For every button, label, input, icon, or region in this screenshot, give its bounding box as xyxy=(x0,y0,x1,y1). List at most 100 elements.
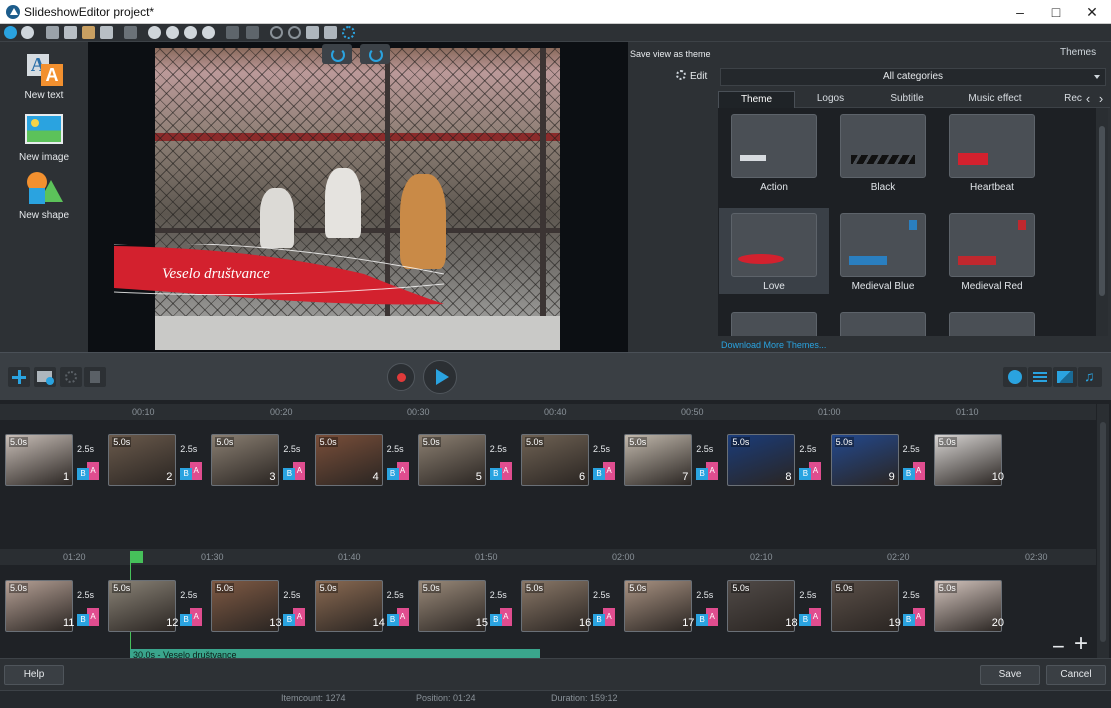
transition-icon[interactable]: AB xyxy=(283,456,306,480)
zoom-in-icon[interactable] xyxy=(148,26,161,39)
transition-icon[interactable]: AB xyxy=(489,456,512,480)
clip-number: 12 xyxy=(166,617,179,629)
paste-icon[interactable] xyxy=(82,26,95,39)
redo-icon[interactable] xyxy=(21,26,34,39)
transition-icon[interactable]: AB xyxy=(180,602,203,626)
transition-icon[interactable]: AB xyxy=(902,456,925,480)
category-dropdown[interactable]: All categories xyxy=(720,68,1106,86)
transition-duration: 2.5s xyxy=(77,444,95,454)
transition-icon[interactable]: AB xyxy=(180,456,203,480)
rotate-left-button[interactable] xyxy=(322,44,352,64)
playhead-handle[interactable] xyxy=(130,551,143,563)
scrollbar-thumb[interactable] xyxy=(1099,126,1105,296)
trash-icon[interactable] xyxy=(84,367,106,387)
zoom-in-timeline-icon[interactable]: + xyxy=(1074,632,1088,656)
timeline-view-icon[interactable] xyxy=(1028,367,1052,387)
settings-gear-icon[interactable] xyxy=(342,26,355,39)
transition-icon[interactable]: AB xyxy=(799,456,822,480)
transition-icon[interactable]: AB xyxy=(799,602,822,626)
close-button[interactable]: ✕ xyxy=(1069,0,1111,24)
transition-icon[interactable]: AB xyxy=(386,456,409,480)
transition-duration: 2.5s xyxy=(180,444,198,454)
tab-rec[interactable]: Rec xyxy=(1062,91,1084,108)
tabs-prev-icon[interactable]: ‹ xyxy=(1082,91,1094,108)
clip-duration: 5.0s xyxy=(937,437,957,447)
cancel-button[interactable]: Cancel xyxy=(1046,665,1106,685)
download-more-themes-link[interactable]: Download More Themes... xyxy=(721,340,826,350)
timeline-scrollbar[interactable] xyxy=(1097,404,1109,658)
transition-icon[interactable]: AB xyxy=(593,456,615,480)
undo-icon[interactable] xyxy=(4,26,17,39)
info-view-icon[interactable] xyxy=(1003,367,1027,387)
zoom-out-timeline-icon[interactable]: − xyxy=(1052,636,1065,658)
move-icon[interactable] xyxy=(306,26,319,39)
align-icon[interactable] xyxy=(324,26,337,39)
add-button[interactable] xyxy=(8,367,30,387)
clip-number: 19 xyxy=(888,617,901,629)
crop-icon[interactable] xyxy=(226,26,239,39)
clip-duration: 5.0s xyxy=(525,583,545,593)
theme-item-heartbeat[interactable]: Heartbeat xyxy=(937,109,1047,195)
save-view-as-theme-button[interactable]: Save view as theme xyxy=(630,49,711,59)
theme-item-black[interactable]: Black xyxy=(828,109,938,195)
tab-logos[interactable]: Logos xyxy=(798,91,863,108)
transition-icon[interactable]: AB xyxy=(902,602,925,626)
theme-item[interactable] xyxy=(828,307,938,336)
fit-icon[interactable] xyxy=(246,26,259,39)
caption-text[interactable]: Veselo društvance xyxy=(162,266,270,283)
rotate-right-icon[interactable] xyxy=(288,26,301,39)
ruler-tick-label: 00:50 xyxy=(681,407,704,417)
tabs-next-icon[interactable]: › xyxy=(1095,91,1107,108)
new-shape-tool[interactable]: New shape xyxy=(0,172,88,221)
settings-icon[interactable] xyxy=(60,367,82,387)
theme-item-action[interactable]: Action xyxy=(719,109,829,195)
storyboard-view-icon[interactable] xyxy=(1053,367,1077,387)
tab-theme[interactable]: Theme xyxy=(718,91,795,108)
theme-item-medieval-blue[interactable]: Medieval Blue xyxy=(828,208,938,294)
zoom-fit-icon[interactable] xyxy=(184,26,197,39)
scrollbar-thumb[interactable] xyxy=(1100,422,1106,642)
timeline-ruler-row2[interactable] xyxy=(0,549,1096,565)
play-button[interactable] xyxy=(423,360,457,394)
save-button[interactable]: Save xyxy=(980,665,1040,685)
transition-icon[interactable]: AB xyxy=(77,456,99,480)
clip-number: 17 xyxy=(682,617,695,629)
theme-item-medieval-red[interactable]: Medieval Red xyxy=(937,208,1047,294)
transition-icon[interactable]: AB xyxy=(593,602,615,626)
transition-icon[interactable]: AB xyxy=(386,602,409,626)
clip-duration: 5.0s xyxy=(215,583,235,593)
rotate-left-icon[interactable] xyxy=(270,26,283,39)
theme-item[interactable] xyxy=(719,307,829,336)
theme-thumbnail xyxy=(731,114,817,178)
transition-icon[interactable]: AB xyxy=(696,456,719,480)
themes-tabbar: Theme Logos Subtitle Music effect Rec ‹ … xyxy=(718,91,1110,108)
copy-icon[interactable] xyxy=(64,26,77,39)
add-photo-icon[interactable] xyxy=(34,367,56,387)
transition-icon[interactable]: AB xyxy=(696,602,719,626)
rotate-right-button[interactable] xyxy=(360,44,390,64)
help-button[interactable]: Help xyxy=(4,665,64,685)
music-view-icon[interactable]: ♫ xyxy=(1078,367,1102,387)
new-text-tool[interactable]: A A New text xyxy=(0,52,88,101)
edit-button[interactable]: Edit xyxy=(676,70,707,82)
zoom-out-icon[interactable] xyxy=(166,26,179,39)
clip-duration: 5.0s xyxy=(112,437,132,447)
tab-subtitle[interactable]: Subtitle xyxy=(873,91,941,108)
transition-icon[interactable]: AB xyxy=(283,602,306,626)
zoom-reset-icon[interactable] xyxy=(202,26,215,39)
transition-icon[interactable]: AB xyxy=(489,602,512,626)
cut-icon[interactable] xyxy=(46,26,59,39)
duplicate-icon[interactable] xyxy=(100,26,113,39)
theme-item[interactable] xyxy=(937,307,1047,336)
tab-music-effect[interactable]: Music effect xyxy=(958,91,1032,108)
record-button[interactable] xyxy=(387,363,415,391)
ruler-tick-label: 02:10 xyxy=(750,552,773,562)
transition-duration: 2.5s xyxy=(386,444,404,454)
themes-scrollbar[interactable] xyxy=(1096,108,1108,336)
theme-thumbnail xyxy=(840,312,926,336)
transition-icon[interactable]: AB xyxy=(77,602,99,626)
theme-item-love[interactable]: Love xyxy=(719,208,829,294)
delete-icon[interactable] xyxy=(124,26,137,39)
transition-duration: 2.5s xyxy=(696,444,714,454)
new-image-tool[interactable]: New image xyxy=(0,114,88,163)
